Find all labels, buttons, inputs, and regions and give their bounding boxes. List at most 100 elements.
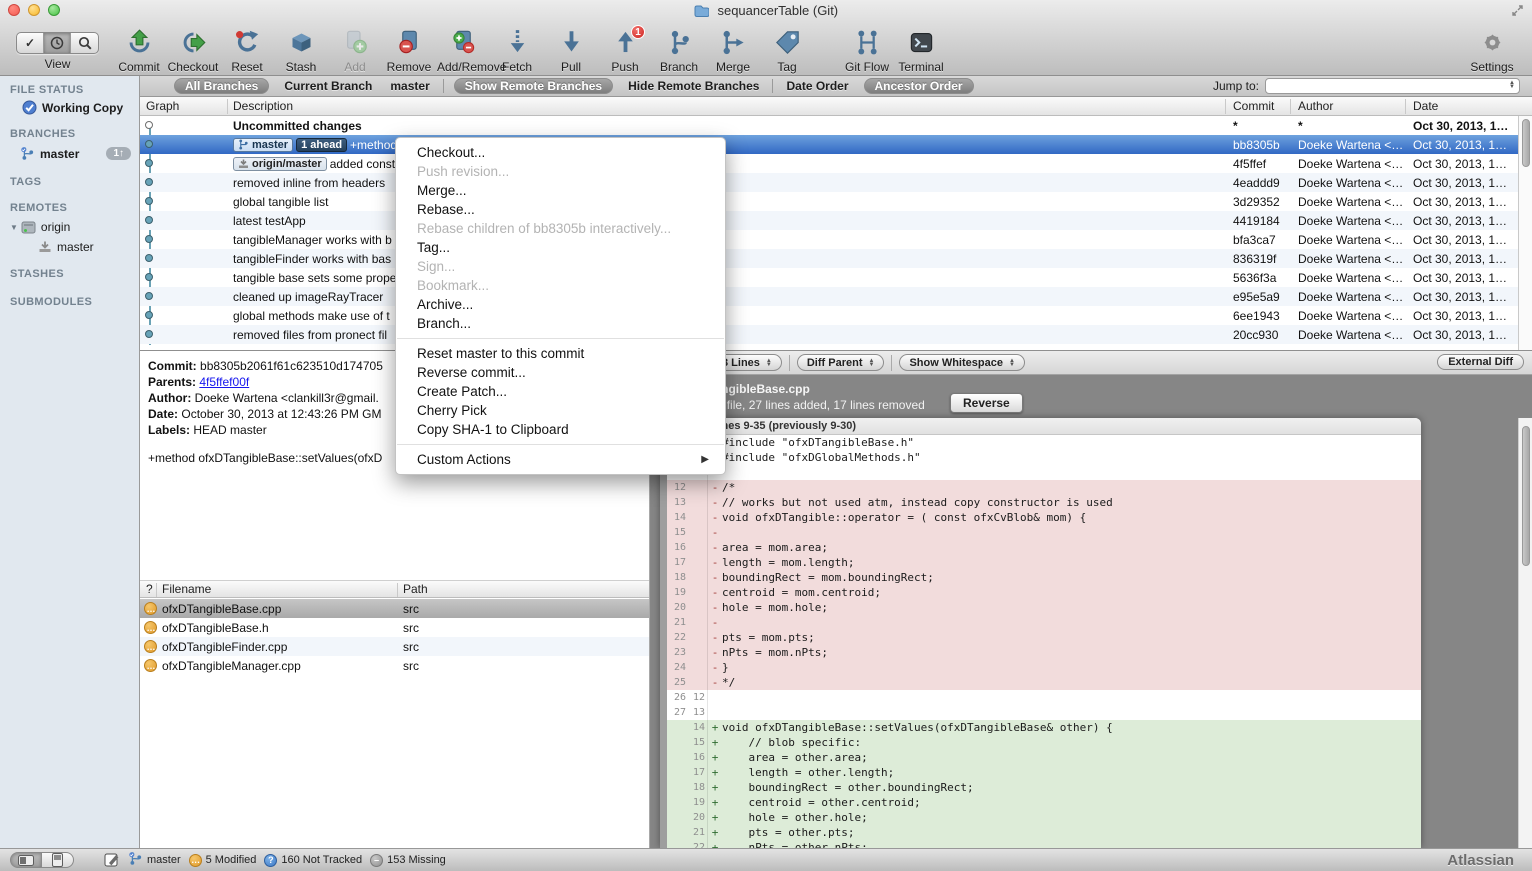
commit-row[interactable]: master1 ahead+methodbb8305bDoeke Wartena… <box>140 135 1518 154</box>
commit-row[interactable]: latest testApp4419184Doeke Wartena <…Oct… <box>140 211 1518 230</box>
menu-item-reset-master-to-this-commit[interactable]: Reset master to this commit <box>396 344 725 363</box>
commit-row[interactable]: tangibleManager works with bbfa3ca7Doeke… <box>140 230 1518 249</box>
file-table-header[interactable]: ? Filename Path <box>140 580 649 598</box>
column-header-commit[interactable]: Commit <box>1233 99 1274 113</box>
external-diff-button[interactable]: External Diff <box>1437 354 1524 370</box>
fullscreen-icon[interactable] <box>1511 4 1524 20</box>
diff-scrollbar[interactable] <box>1518 418 1532 848</box>
column-header-status[interactable]: ? <box>146 582 153 596</box>
view-log-button[interactable] <box>44 33 71 53</box>
column-header-description[interactable]: Description <box>233 99 293 113</box>
file-row-ofxdtangiblebase-h[interactable]: …ofxDTangibleBase.hsrc <box>140 618 649 637</box>
commit-row[interactable]: origin/masteradded const4f5ffefDoeke War… <box>140 154 1518 173</box>
atlassian-logo: Atlassian <box>1447 852 1514 869</box>
file-name: ofxDTangibleBase.cpp <box>162 602 281 616</box>
toolbar-button-fetch[interactable]: Fetch <box>491 27 543 74</box>
toolbar-button-remove[interactable]: Remove <box>383 27 435 74</box>
jump-to-combobox[interactable]: ▲▼ <box>1265 78 1520 94</box>
toolbar-button-pull[interactable]: Pull <box>545 27 597 74</box>
toolbar-button-push[interactable]: 1Push <box>599 27 651 74</box>
commit-row[interactable]: global methods make use of t6ee1943Doeke… <box>140 306 1518 325</box>
column-separator[interactable] <box>227 99 228 114</box>
toolbar-button-tag[interactable]: Tag <box>761 27 813 74</box>
menu-item-reverse-commit[interactable]: Reverse commit... <box>396 363 725 382</box>
column-separator[interactable] <box>1405 99 1406 114</box>
commit-row[interactable]: removed files from pronect fil20cc930Doe… <box>140 325 1518 344</box>
menu-item-tag[interactable]: Tag... <box>396 238 725 257</box>
commit-row[interactable]: cleaned up imageRayTracere95e5a9Doeke Wa… <box>140 287 1518 306</box>
menu-item-archive[interactable]: Archive... <box>396 295 725 314</box>
toolbar-button-merge[interactable]: Merge <box>707 27 759 74</box>
menu-item-checkout[interactable]: Checkout... <box>396 143 725 162</box>
parent-sha-link[interactable]: 4f5ffef00f <box>199 375 249 389</box>
scrollbar-thumb[interactable] <box>1522 119 1530 167</box>
menu-item-copy-sha-1-to-clipboard[interactable]: Copy SHA-1 to Clipboard <box>396 420 725 439</box>
commit-label: Commit: <box>148 359 197 373</box>
all-branches-button[interactable]: All Branches <box>174 78 269 94</box>
titlebar[interactable]: sequancerTable (Git) <box>0 0 1532 20</box>
edit-commit-icon[interactable] <box>104 851 120 870</box>
toolbar-button-git-flow[interactable]: Git Flow <box>841 27 893 74</box>
layout-split-horizontal-button[interactable] <box>42 852 74 868</box>
column-header-graph[interactable]: Graph <box>146 99 179 113</box>
sidebar-item-remote-master[interactable]: master <box>38 240 94 254</box>
column-header-date[interactable]: Date <box>1413 99 1438 113</box>
layout-split-vertical-button[interactable] <box>10 852 42 868</box>
commit-row[interactable]: Uncommitted changes**Oct 30, 2013, 1… <box>140 116 1518 135</box>
commit-row[interactable]: global tangible list3d29352Doeke Wartena… <box>140 192 1518 211</box>
date-order-button[interactable]: Date Order <box>786 79 848 93</box>
toolbar-button-branch[interactable]: Branch <box>653 27 705 74</box>
file-row-ofxdtangiblefinder-cpp[interactable]: …ofxDTangibleFinder.cppsrc <box>140 637 649 656</box>
file-row-ofxdtangiblemanager-cpp[interactable]: …ofxDTangibleManager.cppsrc <box>140 656 649 675</box>
menu-item-rebase[interactable]: Rebase... <box>396 200 725 219</box>
file-row-ofxdtangiblebase-cpp[interactable]: …ofxDTangibleBase.cppsrc <box>140 599 649 618</box>
menu-item-cherry-pick[interactable]: Cherry Pick <box>396 401 725 420</box>
graph-node <box>145 235 153 243</box>
column-separator[interactable] <box>1290 99 1291 114</box>
hide-remote-branches-button[interactable]: Hide Remote Branches <box>628 79 759 93</box>
commit-row[interactable]: removed inline from headers4eaddd9Doeke … <box>140 173 1518 192</box>
menu-item-merge[interactable]: Merge... <box>396 181 725 200</box>
commit-author: Doeke Wartena <… <box>1298 309 1410 323</box>
graph-node <box>145 178 153 186</box>
menu-item-custom-actions[interactable]: Custom Actions▶ <box>396 450 725 469</box>
column-separator[interactable] <box>397 583 398 597</box>
current-branch-button[interactable]: Current Branch <box>284 79 372 93</box>
sidebar-item-remote-origin[interactable]: ▼ origin <box>10 220 70 234</box>
toolbar-button-terminal[interactable]: Terminal <box>895 27 947 74</box>
menu-item-push-revision: Push revision... <box>396 162 725 181</box>
sidebar-item-working-copy[interactable]: Working Copy <box>22 100 123 115</box>
disclosure-triangle-icon[interactable]: ▼ <box>10 223 18 232</box>
scrollbar-thumb[interactable] <box>1522 426 1530 566</box>
diff-parent-dropdown[interactable]: Diff Parent▲▼ <box>797 354 885 371</box>
column-separator[interactable] <box>156 583 157 597</box>
view-file-status-button[interactable]: ✓ <box>17 33 44 53</box>
view-search-button[interactable] <box>71 33 98 53</box>
commit-table-header[interactable]: Graph Description Commit Author Date <box>140 97 1532 116</box>
reverse-hunk-button[interactable]: Reverse <box>950 393 1023 413</box>
settings-label: Settings <box>1466 60 1518 74</box>
ancestor-order-button[interactable]: Ancestor Order <box>864 78 974 94</box>
toolbar-button-checkout[interactable]: Checkout <box>167 27 219 74</box>
file-name: ofxDTangibleBase.h <box>162 621 269 635</box>
whitespace-dropdown[interactable]: Show Whitespace▲▼ <box>899 354 1024 371</box>
branch-icon <box>238 139 249 150</box>
menu-item-create-patch[interactable]: Create Patch... <box>396 382 725 401</box>
commit-row[interactable]: tangibleFinder works with bas836319fDoek… <box>140 249 1518 268</box>
column-separator[interactable] <box>1225 99 1226 114</box>
toolbar-button-settings[interactable]: Settings <box>1466 27 1518 74</box>
toolbar-button-commit[interactable]: Commit <box>113 27 165 74</box>
toolbar-button-reset[interactable]: Reset <box>221 27 273 74</box>
column-header-author[interactable]: Author <box>1298 99 1333 113</box>
commit-list-scrollbar[interactable] <box>1518 116 1532 350</box>
toolbar-button-add-remove[interactable]: Add/Remove <box>437 27 489 74</box>
column-header-path[interactable]: Path <box>403 582 428 596</box>
file-rows: …ofxDTangibleBase.cppsrc…ofxDTangibleBas… <box>140 599 649 848</box>
commit-commit: 6ee1943 <box>1233 309 1295 323</box>
commit-row[interactable]: tangible base sets some prope5636f3aDoek… <box>140 268 1518 287</box>
column-header-filename[interactable]: Filename <box>162 582 211 596</box>
menu-item-branch[interactable]: Branch... <box>396 314 725 333</box>
toolbar-button-stash[interactable]: Stash <box>275 27 327 74</box>
sidebar-item-branch-master[interactable]: master 1↑ <box>20 146 139 161</box>
show-remote-branches-button[interactable]: Show Remote Branches <box>454 78 613 94</box>
